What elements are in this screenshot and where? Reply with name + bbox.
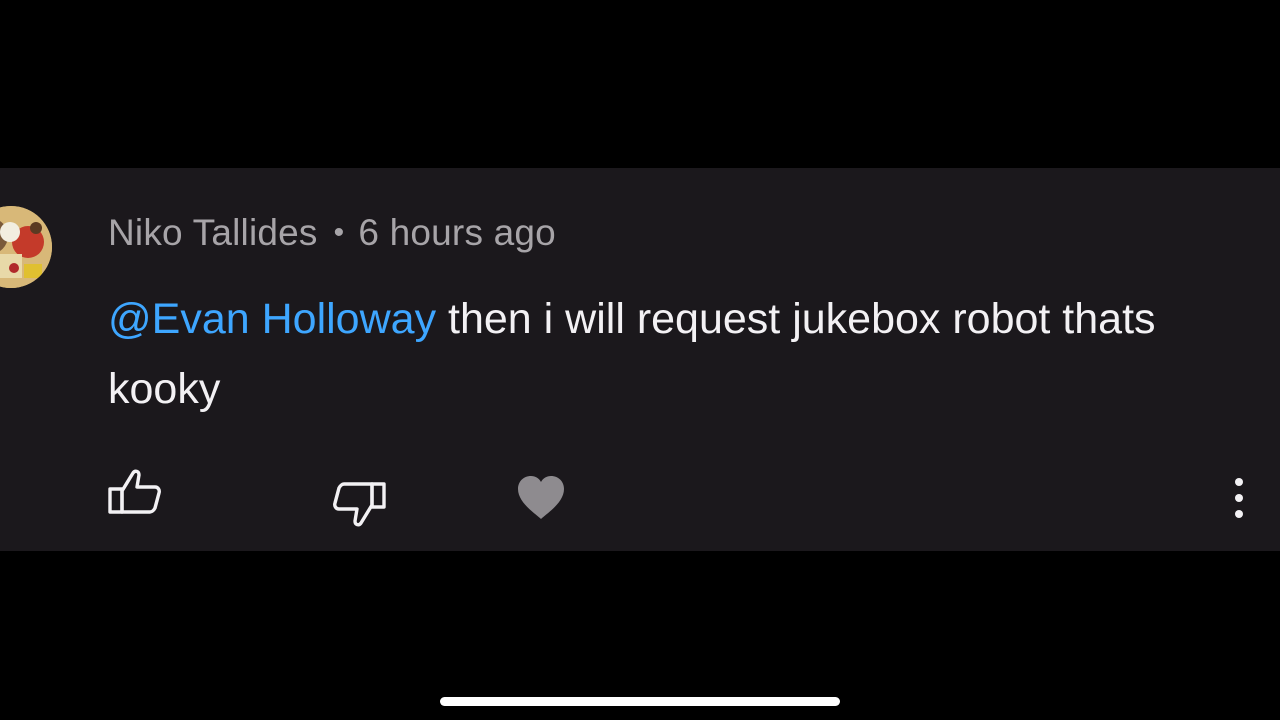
dislike-button[interactable]	[330, 478, 388, 528]
home-indicator[interactable]	[440, 697, 840, 706]
comment-card: Niko Tallides • 6 hours ago @Evan Holloway…	[0, 168, 1280, 551]
more-vertical-icon	[1235, 478, 1243, 518]
dislike-icon	[333, 482, 386, 527]
comment-body: @Evan Holloway then i will request jukeb…	[108, 284, 1228, 424]
avatar[interactable]	[0, 206, 52, 288]
comment-timestamp: 6 hours ago	[358, 212, 556, 253]
heart-button[interactable]	[514, 474, 568, 522]
heart-icon	[518, 476, 564, 519]
more-options-button[interactable]	[1228, 474, 1250, 522]
meta-separator: •	[333, 216, 345, 249]
like-button[interactable]	[106, 468, 164, 518]
author-name[interactable]: Niko Tallides	[108, 212, 318, 253]
screen: Niko Tallides • 6 hours ago @Evan Holloway…	[0, 0, 1280, 720]
avatar-image	[0, 206, 52, 288]
comment-meta: Niko Tallides • 6 hours ago	[108, 212, 556, 254]
like-icon	[108, 469, 161, 514]
mention-link[interactable]: @Evan Holloway	[108, 295, 436, 343]
